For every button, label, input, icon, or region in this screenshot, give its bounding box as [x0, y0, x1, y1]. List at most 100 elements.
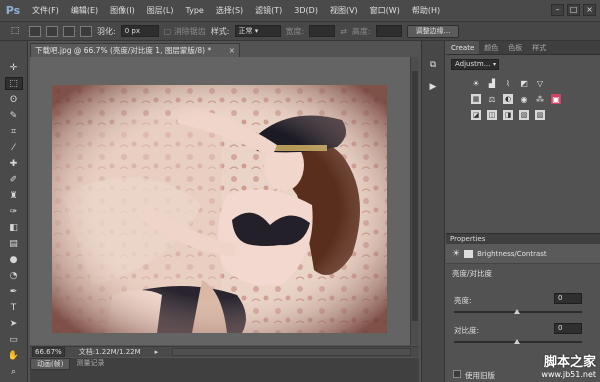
history-brush-tool-icon[interactable]: ✑	[5, 205, 23, 218]
antialias-checkbox[interactable]: ▢ 消除锯齿	[164, 26, 206, 37]
brightness-slider-thumb[interactable]	[514, 309, 520, 314]
levels-icon[interactable]: ▟	[487, 78, 497, 88]
menu-view[interactable]: 视图(V)	[324, 5, 364, 16]
exposure-icon[interactable]: ◩	[519, 78, 529, 88]
posterize-icon[interactable]: ◫	[487, 110, 497, 120]
adjustment-title: 亮度/对比度	[452, 269, 493, 278]
menu-bar: Ps 文件(F) 编辑(E) 图像(I) 图层(L) Type 选择(S) 滤镜…	[0, 0, 600, 22]
gradient-map-icon[interactable]: ▧	[519, 110, 529, 120]
zoom-level-field[interactable]: 66.67%	[32, 347, 65, 357]
close-document-icon[interactable]: ×	[229, 44, 235, 57]
zoom-tool-icon[interactable]: ⌕	[5, 365, 23, 378]
brightness-input[interactable]: 0	[554, 293, 582, 304]
hue-saturation-icon[interactable]: ▦	[471, 94, 481, 104]
menu-filter[interactable]: 滤镜(T)	[249, 5, 288, 16]
status-menu-arrow-icon[interactable]: ▸	[155, 348, 159, 356]
threshold-icon[interactable]: ◨	[503, 110, 513, 120]
adjustment-icons-row-2: ▦ ⚖ ◐ ◉ ⁂ ▣	[471, 94, 600, 104]
menu-type[interactable]: Type	[179, 6, 209, 15]
brush-tool-icon[interactable]: ✐	[5, 173, 23, 186]
clone-stamp-tool-icon[interactable]: ♜	[5, 189, 23, 202]
actions-panel-icon[interactable]: ▶	[426, 81, 440, 93]
maximize-button[interactable]: □	[567, 4, 580, 16]
eyedropper-tool-icon[interactable]: ⁄	[5, 141, 23, 154]
photo-filter-icon[interactable]: ◉	[519, 94, 529, 104]
document-tab-title: 下载吧.jpg @ 66.7% (亮度/对比度 1, 图层蒙版/8) *	[35, 46, 212, 55]
quick-selection-tool-icon[interactable]: ✎	[5, 109, 23, 122]
width-input[interactable]	[309, 25, 336, 37]
use-legacy-label: 使用旧版	[465, 371, 495, 380]
menu-select[interactable]: 选择(S)	[210, 5, 249, 16]
properties-tab[interactable]: Properties	[446, 235, 485, 243]
add-selection-icon[interactable]	[46, 25, 58, 37]
intersect-selection-icon[interactable]	[80, 25, 92, 37]
swap-icon[interactable]: ⇄	[340, 27, 347, 36]
marquee-preset-icon[interactable]: ⬚	[6, 25, 24, 38]
new-selection-icon[interactable]	[29, 25, 41, 37]
hand-tool-icon[interactable]: ✋	[5, 349, 23, 362]
refine-edge-button[interactable]: 调整边缘...	[406, 24, 460, 38]
tab-color[interactable]: 颜色	[479, 41, 503, 54]
path-selection-tool-icon[interactable]: ➤	[5, 317, 23, 330]
tab-create[interactable]: Create	[446, 41, 480, 54]
document-tab[interactable]: 下载吧.jpg @ 66.7% (亮度/对比度 1, 图层蒙版/8) * ×	[30, 43, 240, 57]
vibrance-icon[interactable]: ▽	[535, 78, 545, 88]
color-lookup-icon[interactable]: ▣	[551, 94, 561, 104]
black-white-icon[interactable]: ◐	[503, 94, 513, 104]
lasso-tool-icon[interactable]: ʘ	[5, 93, 23, 106]
type-tool-icon[interactable]: T	[5, 301, 23, 314]
shape-tool-icon[interactable]: ▭	[5, 333, 23, 346]
width-label: 宽度:	[285, 26, 305, 36]
vertical-scrollbar[interactable]	[410, 57, 419, 345]
tab-styles[interactable]: 样式	[527, 41, 551, 54]
selective-color-icon[interactable]: ▨	[535, 110, 545, 120]
horizontal-scrollbar[interactable]	[172, 348, 411, 356]
invert-icon[interactable]: ◪	[471, 110, 481, 120]
contrast-input[interactable]: 0	[554, 323, 582, 334]
subtract-selection-icon[interactable]	[63, 25, 75, 37]
watermark-url: www.jb51.net	[541, 370, 596, 379]
tab-animation[interactable]: 动画(帧)	[30, 358, 71, 370]
document-size-info[interactable]: 文档:1.22M/1.22M	[79, 347, 141, 357]
brightness-contrast-icon[interactable]: ☀	[471, 78, 481, 88]
contrast-label: 对比度:	[454, 326, 480, 335]
blur-tool-icon[interactable]: ●	[5, 253, 23, 266]
height-label: 高度:	[351, 26, 371, 36]
close-button[interactable]: ×	[583, 4, 596, 16]
minimize-button[interactable]: –	[551, 4, 564, 16]
feather-input[interactable]: 0 px	[120, 25, 159, 37]
menu-file[interactable]: 文件(F)	[26, 5, 65, 16]
channel-mixer-icon[interactable]: ⁂	[535, 94, 545, 104]
adjustments-dropdown-value: Adjustm...	[455, 60, 491, 68]
dodge-tool-icon[interactable]: ◔	[5, 269, 23, 282]
style-select[interactable]: 正常 ▾	[234, 25, 281, 37]
menu-edit[interactable]: 编辑(E)	[65, 5, 104, 16]
eraser-tool-icon[interactable]: ◧	[5, 221, 23, 234]
pen-tool-icon[interactable]: ✒	[5, 285, 23, 298]
adjustments-dropdown[interactable]: Adjustm... ▾	[451, 59, 499, 70]
tab-measurement-log[interactable]: 测量记录	[70, 358, 110, 370]
use-legacy-checkbox[interactable]	[453, 370, 461, 378]
menu-3d[interactable]: 3D(D)	[288, 6, 324, 15]
canvas-area[interactable]	[30, 57, 410, 345]
healing-brush-tool-icon[interactable]: ✚	[5, 157, 23, 170]
vertical-scroll-thumb[interactable]	[412, 71, 418, 321]
adjustments-tabs: Create 颜色 色板 样式	[446, 41, 600, 55]
layer-mask-icon[interactable]	[464, 249, 474, 258]
crop-tool-icon[interactable]: ⌗	[5, 125, 23, 138]
menu-help[interactable]: 帮助(H)	[406, 5, 446, 16]
collapsed-panel-dock: ⧉ ▶	[421, 41, 445, 382]
move-tool-icon[interactable]: ✛	[5, 61, 23, 74]
tab-swatches[interactable]: 色板	[503, 41, 527, 54]
history-panel-icon[interactable]: ⧉	[426, 59, 440, 71]
menu-image[interactable]: 图像(I)	[104, 5, 141, 16]
curves-icon[interactable]: ⌇	[503, 78, 513, 88]
menu-window[interactable]: 窗口(W)	[364, 5, 406, 16]
rectangular-marquee-tool-icon[interactable]: ⬚	[4, 77, 23, 90]
menu-layer[interactable]: 图层(L)	[141, 5, 180, 16]
color-balance-icon[interactable]: ⚖	[487, 94, 497, 104]
height-input[interactable]	[375, 25, 402, 37]
contrast-slider-thumb[interactable]	[514, 339, 520, 344]
dropdown-arrow-icon: ▾	[492, 61, 496, 68]
gradient-tool-icon[interactable]: ▤	[5, 237, 23, 250]
